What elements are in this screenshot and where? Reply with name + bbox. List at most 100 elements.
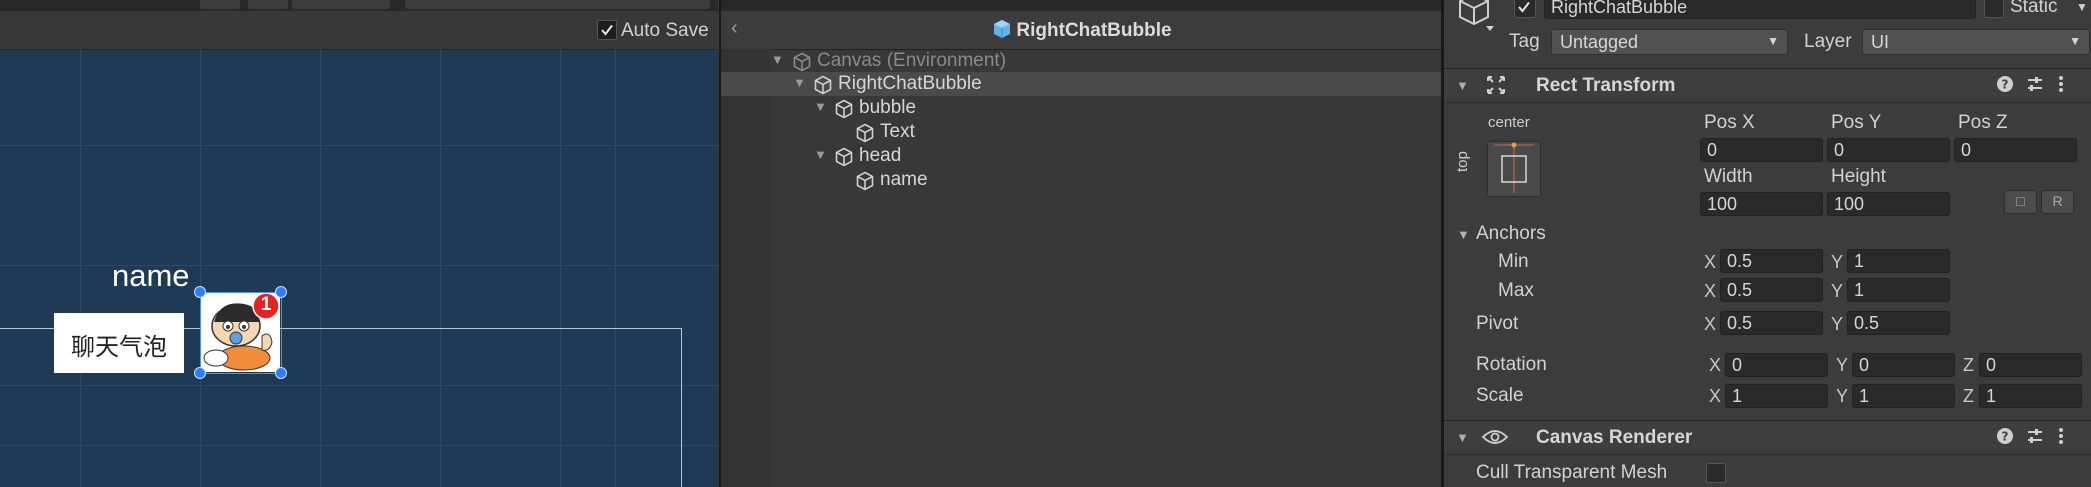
check-icon	[1518, 1, 1530, 13]
chat-bubble[interactable]: 聊天气泡	[54, 313, 184, 373]
axis-y-label: Y	[1831, 314, 1844, 334]
axis-y-label: Y	[1831, 252, 1844, 272]
check-icon	[601, 24, 613, 36]
anchors-foldout-arrow-icon[interactable]: ▼	[1457, 227, 1470, 242]
hierarchy-item-rightchatbubble[interactable]: ▼ RightChatBubble	[721, 72, 1443, 96]
cull-transparent-mesh-label: Cull Transparent Mesh	[1476, 462, 1668, 483]
rotation-y-field[interactable]: 0	[1852, 353, 1955, 377]
hierarchy-top-bar	[721, 0, 1443, 11]
layer-value: UI	[1871, 32, 1889, 52]
presets-icon[interactable]	[2026, 427, 2044, 450]
scale-x-field[interactable]: 1	[1725, 384, 1828, 408]
pos-z-field[interactable]: 0	[1954, 138, 2077, 162]
expand-arrow-icon[interactable]: ▼	[814, 99, 827, 114]
hierarchy-item-head[interactable]: ▼ head	[721, 144, 1443, 168]
expand-arrow-icon[interactable]: ▼	[771, 52, 784, 67]
hierarchy-panel[interactable]: ‹ RightChatBubble ▼ Canvas (Environment)…	[719, 0, 1443, 487]
resize-handle[interactable]	[194, 367, 206, 379]
anchor-max-x-field[interactable]: 0.5	[1720, 278, 1823, 302]
autosave-checkbox[interactable]	[597, 20, 617, 40]
axis-z-label: Z	[1963, 355, 1974, 375]
hierarchy-item-label: Canvas (Environment)	[817, 50, 1007, 71]
grid-line	[0, 265, 718, 266]
expand-arrow-icon[interactable]: ▼	[793, 75, 806, 90]
anchor-min-x-field[interactable]: 0.5	[1720, 249, 1823, 273]
hierarchy-item-name[interactable]: name	[721, 168, 1443, 192]
bubble-text[interactable]: 聊天气泡	[54, 327, 184, 362]
axis-x-label: X	[1709, 386, 1722, 406]
height-field[interactable]: 100	[1827, 192, 1950, 216]
help-icon[interactable]: ?	[1996, 427, 2014, 450]
active-checkbox[interactable]	[1514, 0, 1536, 18]
prefab-breadcrumb-bar: ‹ RightChatBubble	[721, 11, 1443, 50]
width-label: Width	[1704, 166, 1753, 187]
rotation-z-field[interactable]: 0	[1979, 353, 2082, 377]
anchor-preset-v-label: top	[1454, 151, 1471, 172]
height-label: Height	[1831, 166, 1886, 187]
scale-y-field[interactable]: 1	[1852, 384, 1955, 408]
scale-label: Scale	[1476, 385, 1524, 406]
prefab-cube-icon	[992, 19, 1012, 45]
anchor-min-y-field[interactable]: 1	[1847, 249, 1950, 273]
pivot-x-field[interactable]: 0.5	[1720, 311, 1823, 335]
hierarchy-item-canvas[interactable]: ▼ Canvas (Environment)	[721, 49, 1443, 73]
static-label: Static	[2010, 0, 2058, 17]
raw-edit-button[interactable]: R	[2041, 190, 2074, 214]
anchor-min-label: Min	[1498, 251, 1529, 272]
prefab-toolbar: Auto Save	[0, 11, 718, 50]
autosave-label[interactable]: Auto Save	[621, 20, 709, 42]
prefab-title-label: RightChatBubble	[1016, 20, 1172, 41]
rotation-x-field[interactable]: 0	[1725, 353, 1828, 377]
layer-label: Layer	[1804, 31, 1852, 52]
axis-y-label: Y	[1836, 386, 1849, 406]
blueprint-mode-button[interactable]: □	[2004, 190, 2037, 214]
pivot-label: Pivot	[1476, 313, 1519, 334]
name-text[interactable]: name	[112, 258, 190, 294]
help-icon[interactable]: ?	[1996, 75, 2014, 98]
pivot-y-field[interactable]: 0.5	[1847, 311, 1950, 335]
axis-x-label: X	[1709, 355, 1722, 375]
presets-icon[interactable]	[2026, 75, 2044, 98]
scene-top-toolbar	[0, 0, 718, 11]
kebab-menu-icon[interactable]	[2056, 426, 2066, 451]
tag-dropdown[interactable]: Untagged ▼	[1551, 29, 1788, 55]
rotation-label: Rotation	[1476, 354, 1547, 375]
hierarchy-item-label: name	[880, 169, 928, 190]
inspector-panel[interactable]: RightChatBubble Static ▼ Tag Untagged ▼ …	[1441, 0, 2091, 487]
raw-edit-icon: R	[2052, 193, 2063, 209]
anchor-max-y-field[interactable]: 1	[1847, 278, 1950, 302]
pos-x-field[interactable]: 0	[1700, 138, 1823, 162]
chevron-down-icon[interactable]: ▼	[2076, 0, 2088, 14]
anchor-preset-h-label: center	[1488, 114, 1530, 131]
hierarchy-item-text[interactable]: Text	[721, 120, 1443, 144]
collapse-arrow-icon[interactable]: ▼	[1456, 78, 1469, 93]
resize-handle[interactable]	[275, 286, 287, 298]
object-name-field[interactable]: RightChatBubble	[1544, 0, 1976, 19]
canvas-renderer-header[interactable]: ▼ Canvas Renderer ?	[1444, 420, 2091, 455]
svg-text:?: ?	[2002, 78, 2009, 92]
layer-dropdown[interactable]: UI ▼	[1862, 29, 2090, 55]
cull-transparent-mesh-checkbox[interactable]	[1706, 463, 1726, 483]
resize-handle[interactable]	[275, 367, 287, 379]
rect-transform-header[interactable]: ▼ Rect Transform ?	[1444, 68, 2091, 103]
hierarchy-item-bubble[interactable]: ▼ bubble	[721, 96, 1443, 120]
width-field[interactable]: 100	[1700, 192, 1823, 216]
static-checkbox[interactable]	[1984, 0, 2004, 18]
pos-y-field[interactable]: 0	[1827, 138, 1950, 162]
axis-x-label: X	[1704, 252, 1717, 272]
selection-rect	[200, 292, 282, 374]
resize-handle[interactable]	[194, 286, 206, 298]
scale-z-field[interactable]: 1	[1979, 384, 2082, 408]
gameobject-icon	[1458, 0, 1494, 39]
blueprint-icon: □	[2016, 193, 2025, 209]
tag-value: Untagged	[1560, 32, 1639, 52]
scene-view[interactable]: Auto Save name 聊天气泡 1	[0, 0, 718, 487]
axis-x-label: X	[1704, 314, 1717, 334]
expand-arrow-icon[interactable]: ▼	[814, 147, 827, 162]
anchor-presets-button[interactable]	[1487, 141, 1541, 197]
kebab-menu-icon[interactable]	[2056, 74, 2066, 99]
collapse-arrow-icon[interactable]: ▼	[1456, 430, 1469, 445]
hierarchy-item-label: Text	[880, 121, 915, 142]
anchors-label[interactable]: Anchors	[1476, 223, 1546, 245]
prefab-title: RightChatBubble	[721, 19, 1443, 45]
